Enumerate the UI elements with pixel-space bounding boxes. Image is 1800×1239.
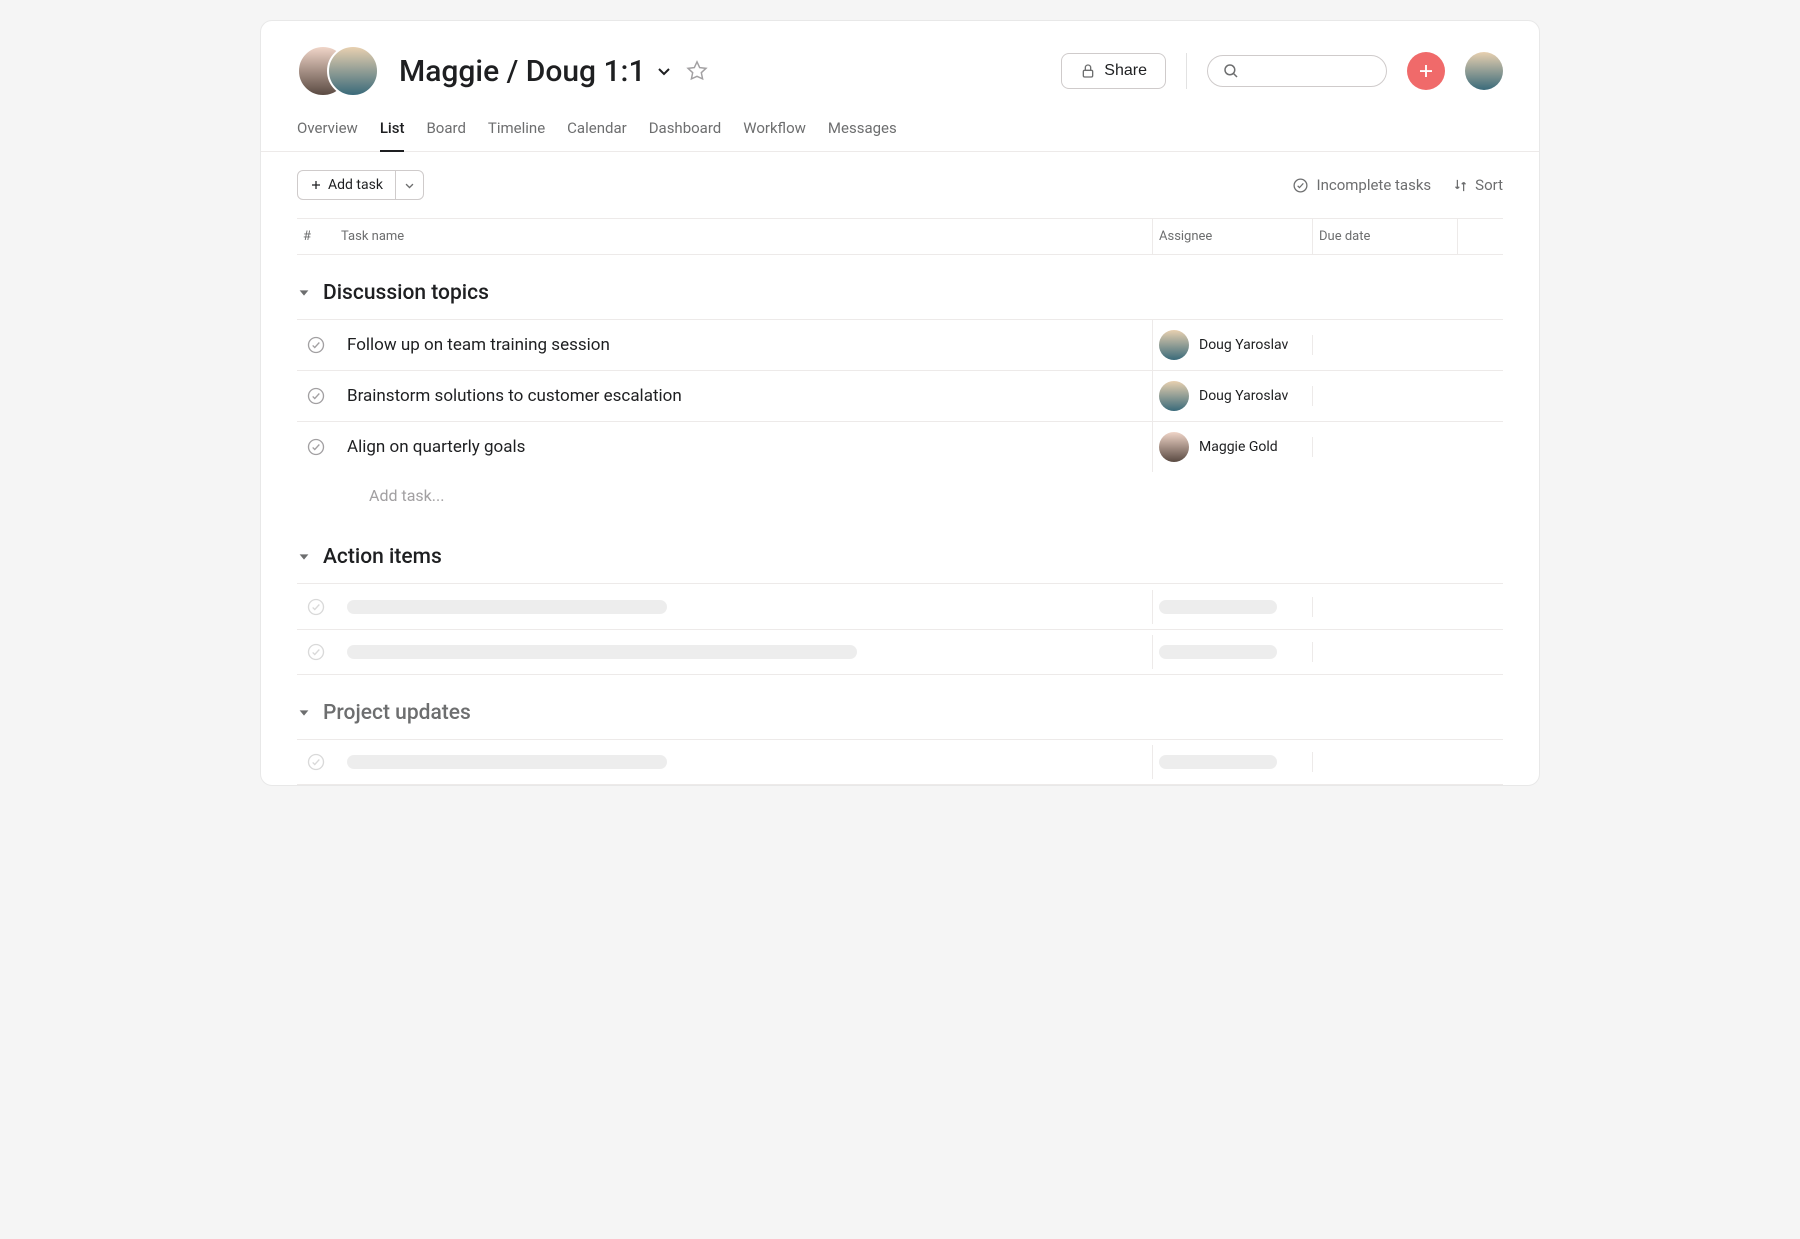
project-title[interactable]: Maggie / Doug 1:1 [399, 54, 646, 89]
add-task-button[interactable]: Add task [297, 170, 424, 200]
tab-list[interactable]: List [380, 119, 405, 151]
tab-calendar[interactable]: Calendar [567, 119, 627, 151]
header-actions: Share [1061, 52, 1503, 90]
skeleton [347, 600, 667, 614]
task-name[interactable]: Brainstorm solutions to customer escalat… [335, 376, 1152, 416]
column-headers: # Task name Assignee Due date [297, 218, 1503, 255]
section-header[interactable]: Project updates [297, 675, 1503, 739]
add-task-label: Add task [328, 177, 383, 193]
section-action-items: Action items [261, 519, 1539, 675]
task-row[interactable]: Follow up on team training session Doug … [297, 319, 1503, 370]
sort-icon [1453, 178, 1468, 193]
tab-overview[interactable]: Overview [297, 119, 358, 151]
col-assignee[interactable]: Assignee [1152, 219, 1312, 254]
sort-label: Sort [1475, 176, 1503, 194]
section-header[interactable]: Discussion topics [297, 255, 1503, 319]
chevron-down-icon[interactable] [656, 63, 672, 79]
divider [1186, 53, 1187, 89]
assignee-name: Maggie Gold [1199, 439, 1278, 455]
check-circle-icon [306, 597, 326, 617]
plus-icon [1417, 62, 1435, 80]
section-discussion-topics: Discussion topics Follow up on team trai… [261, 255, 1539, 519]
lock-icon [1080, 63, 1096, 79]
tab-dashboard[interactable]: Dashboard [649, 119, 722, 151]
filter-label: Incomplete tasks [1316, 176, 1431, 194]
task-due[interactable] [1312, 386, 1457, 406]
search-input[interactable] [1207, 55, 1387, 87]
add-button[interactable] [1407, 52, 1445, 90]
task-assignee[interactable]: Doug Yaroslav [1152, 320, 1312, 370]
section-title: Project updates [323, 701, 471, 725]
skeleton [347, 755, 667, 769]
task-assignee[interactable]: Doug Yaroslav [1152, 371, 1312, 421]
task-row-skeleton [297, 583, 1503, 629]
check-circle-icon [306, 642, 326, 662]
section-project-updates: Project updates [261, 675, 1539, 785]
task-row[interactable]: Align on quarterly goals Maggie Gold [297, 421, 1503, 472]
search-icon [1222, 62, 1240, 80]
filter-incomplete[interactable]: Incomplete tasks [1292, 176, 1431, 194]
assignee-avatar [1159, 330, 1189, 360]
col-due-date[interactable]: Due date [1312, 219, 1457, 254]
caret-down-icon[interactable] [297, 706, 311, 720]
tab-board[interactable]: Board [426, 119, 465, 151]
plus-icon [310, 179, 322, 191]
project-header: Maggie / Doug 1:1 Share [261, 21, 1539, 97]
assignee-name: Doug Yaroslav [1199, 337, 1288, 353]
list-toolbar: Add task Incomplete tasks Sort [261, 152, 1539, 218]
check-circle-icon[interactable] [306, 437, 326, 457]
add-task-row[interactable]: Add task... [297, 472, 1503, 519]
share-button[interactable]: Share [1061, 53, 1166, 89]
caret-down-icon[interactable] [297, 286, 311, 300]
skeleton [347, 645, 857, 659]
assignee-avatar [1159, 432, 1189, 462]
add-task-main[interactable]: Add task [298, 171, 396, 199]
section-title: Action items [323, 545, 442, 569]
col-hash: # [297, 219, 335, 254]
skeleton [1159, 600, 1277, 614]
current-user-avatar[interactable] [1465, 52, 1503, 90]
tab-messages[interactable]: Messages [828, 119, 897, 151]
add-task-dropdown[interactable] [396, 174, 423, 197]
share-label: Share [1104, 62, 1147, 80]
filter-group: Incomplete tasks Sort [1292, 176, 1503, 194]
task-row-skeleton [297, 629, 1503, 675]
task-assignee[interactable]: Maggie Gold [1152, 422, 1312, 472]
avatar-doug [327, 45, 379, 97]
col-task-name[interactable]: Task name [335, 219, 1152, 254]
check-circle-icon [306, 752, 326, 772]
check-circle-icon[interactable] [306, 335, 326, 355]
sort-button[interactable]: Sort [1453, 176, 1503, 194]
assignee-name: Doug Yaroslav [1199, 388, 1288, 404]
skeleton [1159, 755, 1277, 769]
caret-down-icon[interactable] [297, 550, 311, 564]
project-title-group: Maggie / Doug 1:1 [399, 54, 708, 89]
task-name[interactable]: Follow up on team training session [335, 325, 1152, 365]
section-title: Discussion topics [323, 281, 489, 305]
star-icon[interactable] [682, 60, 708, 82]
task-row[interactable]: Brainstorm solutions to customer escalat… [297, 370, 1503, 421]
assignee-avatar [1159, 381, 1189, 411]
task-due[interactable] [1312, 437, 1457, 457]
section-header[interactable]: Action items [297, 519, 1503, 583]
check-circle-icon[interactable] [306, 386, 326, 406]
task-row-skeleton [297, 739, 1503, 785]
check-circle-icon [1292, 177, 1309, 194]
task-name[interactable]: Align on quarterly goals [335, 427, 1152, 467]
app-container: Maggie / Doug 1:1 Share [260, 20, 1540, 786]
project-tabs: Overview List Board Timeline Calendar Da… [261, 97, 1539, 152]
project-members-avatars[interactable] [297, 45, 379, 97]
task-due[interactable] [1312, 335, 1457, 355]
search-field[interactable] [1240, 63, 1372, 79]
tab-timeline[interactable]: Timeline [488, 119, 545, 151]
skeleton [1159, 645, 1277, 659]
col-extra[interactable] [1457, 219, 1503, 254]
tab-workflow[interactable]: Workflow [743, 119, 806, 151]
